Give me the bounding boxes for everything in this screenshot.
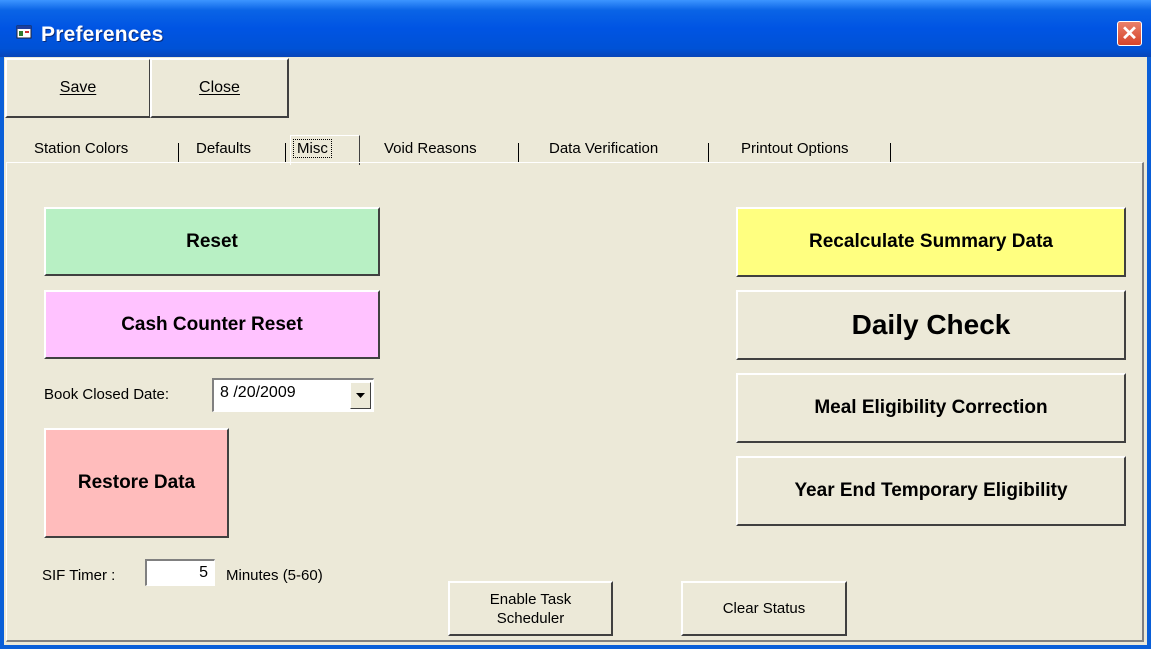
close-button-label: Close xyxy=(199,79,240,96)
tab-label: Defaults xyxy=(196,140,252,157)
tab-printout-options[interactable]: Printout Options xyxy=(741,137,891,163)
enable-task-scheduler-line2: Scheduler xyxy=(496,609,565,627)
preferences-window: Preferences ✕ Save Close Station Colors … xyxy=(0,0,1151,649)
app-window-icon xyxy=(16,25,32,39)
recalculate-summary-data-button[interactable]: Recalculate Summary Data xyxy=(736,207,1126,277)
close-button[interactable]: Close xyxy=(150,58,289,118)
date-dropdown-button[interactable] xyxy=(350,382,371,409)
enable-task-scheduler-button[interactable]: Enable Task Scheduler xyxy=(448,581,613,636)
year-end-temporary-eligibility-label: Year End Temporary Eligibility xyxy=(794,480,1068,501)
client-area: Save Close Station Colors Defaults Misc … xyxy=(4,57,1147,645)
book-closed-date-picker[interactable]: 8 /20/2009 xyxy=(212,378,374,412)
tab-label: Void Reasons xyxy=(384,140,477,157)
recalculate-summary-data-label: Recalculate Summary Data xyxy=(809,231,1053,252)
enable-task-scheduler-line1: Enable Task xyxy=(489,590,572,608)
tab-defaults[interactable]: Defaults xyxy=(196,137,286,163)
sif-timer-label: SIF Timer : xyxy=(42,567,116,584)
clear-status-label: Clear Status xyxy=(722,600,806,617)
daily-check-label: Daily Check xyxy=(851,309,1011,340)
daily-check-button[interactable]: Daily Check xyxy=(736,290,1126,360)
sif-timer-unit-label: Minutes (5-60) xyxy=(226,567,323,584)
meal-eligibility-correction-button[interactable]: Meal Eligibility Correction xyxy=(736,373,1126,443)
restore-data-label: Restore Data xyxy=(77,472,196,493)
cash-counter-reset-label: Cash Counter Reset xyxy=(121,313,303,335)
book-closed-date-value: 8 /20/2009 xyxy=(220,384,296,401)
restore-data-button[interactable]: Restore Data xyxy=(44,428,229,538)
save-button[interactable]: Save xyxy=(5,58,151,118)
sif-timer-value: 5 xyxy=(199,564,208,581)
tab-station-colors[interactable]: Station Colors xyxy=(34,137,179,163)
tab-label: Station Colors xyxy=(34,140,129,157)
sif-timer-input[interactable]: 5 xyxy=(145,559,215,586)
tab-data-verification[interactable]: Data Verification xyxy=(549,137,709,163)
tab-void-reasons[interactable]: Void Reasons xyxy=(384,137,519,163)
window-title: Preferences xyxy=(41,23,164,46)
reset-button[interactable]: Reset xyxy=(44,207,380,276)
tab-label: Printout Options xyxy=(741,140,849,157)
meal-eligibility-correction-label: Meal Eligibility Correction xyxy=(814,397,1048,418)
reset-button-label: Reset xyxy=(186,230,238,252)
title-bar: Preferences ✕ xyxy=(0,0,1151,57)
tab-label: Data Verification xyxy=(549,140,659,157)
close-window-icon[interactable]: ✕ xyxy=(1117,21,1142,46)
cash-counter-reset-button[interactable]: Cash Counter Reset xyxy=(44,290,380,359)
save-button-label: Save xyxy=(59,79,97,96)
book-closed-date-label: Book Closed Date: xyxy=(44,386,170,403)
clear-status-button[interactable]: Clear Status xyxy=(681,581,847,636)
tab-misc[interactable]: Misc xyxy=(290,135,360,165)
tab-label: Misc xyxy=(293,139,332,158)
chevron-down-icon xyxy=(356,393,365,398)
year-end-temporary-eligibility-button[interactable]: Year End Temporary Eligibility xyxy=(736,456,1126,526)
